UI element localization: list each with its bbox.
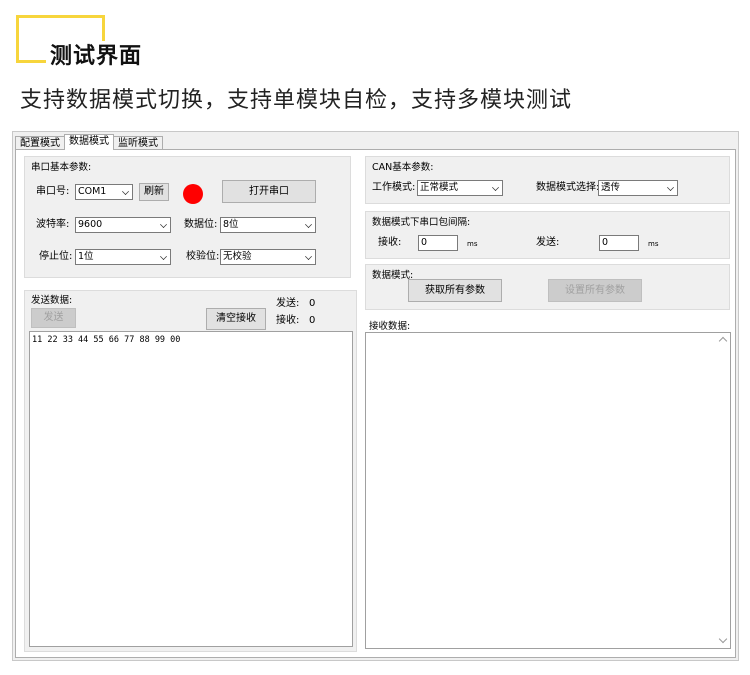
app-window: 配置模式 数据模式 监听模式 串口基本参数: 串口号: COM1 刷新 打开串口…	[12, 131, 739, 661]
data-mode-select-label: 数据模式选择:	[536, 182, 600, 193]
interval-send-input[interactable]: 0	[599, 235, 639, 251]
scroll-up-icon[interactable]	[718, 336, 728, 346]
stopbits-select[interactable]: 1位	[75, 249, 171, 265]
get-all-params-button[interactable]: 获取所有参数	[408, 279, 502, 302]
packet-interval-group: 数据模式下串口包间隔: 接收: 0 ms 发送: 0 ms	[365, 211, 730, 259]
work-mode-value: 正常模式	[420, 182, 459, 193]
can-params-group: CAN基本参数: 工作模式: 正常模式 数据模式选择: 透传	[365, 156, 730, 204]
page-title: 测试界面	[50, 44, 143, 69]
work-mode-label: 工作模式:	[372, 182, 416, 193]
chevron-down-icon	[122, 188, 129, 195]
tab-config-mode[interactable]: 配置模式	[15, 136, 65, 150]
databits-select[interactable]: 8位	[220, 217, 316, 233]
chevron-down-icon	[305, 221, 312, 228]
chevron-down-icon	[492, 184, 499, 191]
chevron-down-icon	[667, 184, 674, 191]
stopbits-value: 1位	[78, 251, 94, 262]
data-mode-group: 数据模式: 获取所有参数 设置所有参数	[365, 264, 730, 310]
parity-select[interactable]: 无校验	[220, 249, 316, 265]
data-mode-select[interactable]: 透传	[598, 180, 678, 196]
receive-scrollbar[interactable]	[716, 333, 730, 648]
data-mode-value: 透传	[601, 182, 621, 193]
port-select[interactable]: COM1	[75, 184, 133, 200]
parity-label: 校验位:	[186, 251, 220, 262]
parity-value: 无校验	[223, 251, 252, 262]
tab-monitor-mode[interactable]: 监听模式	[113, 136, 163, 150]
databits-label: 数据位:	[184, 219, 218, 230]
interval-send-unit: ms	[648, 240, 659, 248]
port-value: COM1	[78, 186, 107, 197]
chevron-down-icon	[160, 221, 167, 228]
send-button[interactable]: 发送	[31, 308, 76, 328]
databits-value: 8位	[223, 219, 239, 230]
tab-data-mode[interactable]: 数据模式	[64, 134, 114, 150]
baud-select[interactable]: 9600	[75, 217, 171, 233]
port-status-indicator	[183, 184, 203, 204]
chevron-down-icon	[305, 253, 312, 260]
baud-label: 波特率:	[36, 219, 70, 230]
refresh-button[interactable]: 刷新	[139, 183, 169, 201]
recv-count-value: 0	[309, 315, 316, 326]
port-label: 串口号:	[36, 186, 70, 197]
interval-recv-label: 接收:	[378, 237, 402, 248]
chevron-down-icon	[160, 253, 167, 260]
open-port-button[interactable]: 打开串口	[222, 180, 316, 203]
scroll-down-icon[interactable]	[718, 634, 728, 644]
serial-params-label: 串口基本参数:	[31, 162, 92, 173]
recv-count-label: 接收:	[276, 315, 300, 326]
tab-panel-data-mode: 串口基本参数: 串口号: COM1 刷新 打开串口 波特率: 9600 数据位:…	[15, 149, 736, 658]
clear-receive-button[interactable]: 清空接收	[206, 308, 266, 330]
send-data-group: 发送数据: 发送 清空接收 发送: 0 接收: 0 11 22 33 44 55…	[24, 290, 357, 652]
page-subtitle: 支持数据模式切换，支持单模块自检，支持多模块测试	[20, 88, 573, 113]
sent-count-value: 0	[309, 298, 316, 309]
tab-bar: 配置模式 数据模式 监听模式	[15, 134, 163, 150]
packet-interval-label: 数据模式下串口包间隔:	[372, 217, 471, 228]
work-mode-select[interactable]: 正常模式	[417, 180, 503, 196]
send-data-label: 发送数据:	[31, 295, 73, 306]
set-all-params-button[interactable]: 设置所有参数	[548, 279, 642, 302]
serial-params-group: 串口基本参数: 串口号: COM1 刷新 打开串口 波特率: 9600 数据位:…	[24, 156, 351, 278]
stopbits-label: 停止位:	[39, 251, 73, 262]
baud-value: 9600	[78, 219, 103, 230]
can-params-label: CAN基本参数:	[372, 162, 434, 173]
interval-send-label: 发送:	[536, 237, 560, 248]
receive-data-label: 接收数据:	[369, 321, 411, 332]
sent-count-label: 发送:	[276, 298, 300, 309]
send-data-textarea[interactable]: 11 22 33 44 55 66 77 88 99 00	[29, 331, 353, 647]
receive-data-textarea[interactable]	[365, 332, 731, 649]
interval-recv-unit: ms	[467, 240, 478, 248]
interval-recv-input[interactable]: 0	[418, 235, 458, 251]
